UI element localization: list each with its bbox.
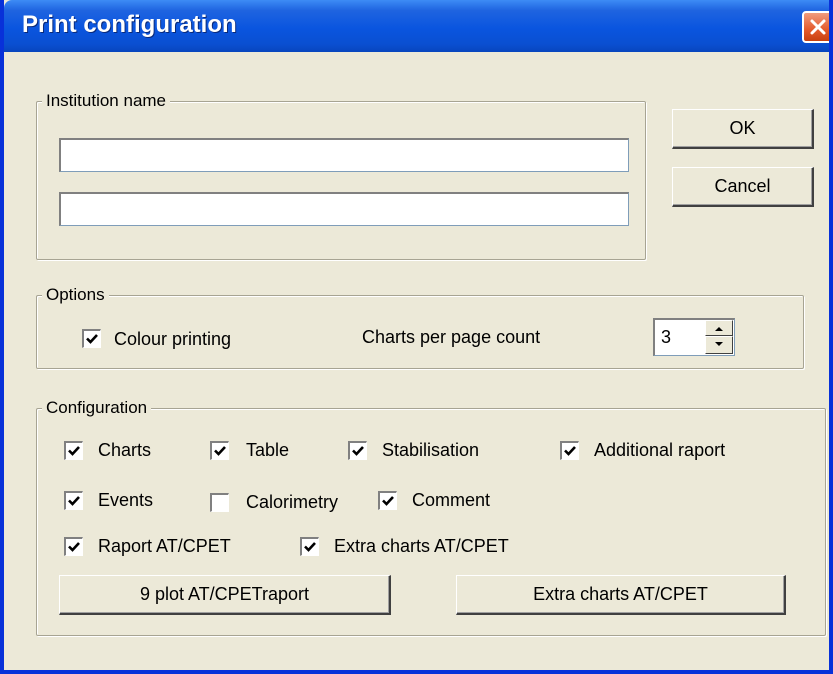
calorimetry-checkbox[interactable]	[210, 493, 229, 512]
additional-raport-label: Additional raport	[594, 440, 726, 460]
comment-checkbox[interactable]	[378, 491, 397, 510]
nine-plot-raport-button[interactable]: 9 plot AT/CPETraport	[59, 575, 391, 615]
institution-name-line1-input[interactable]	[59, 138, 629, 172]
institution-name-line2-input[interactable]	[59, 192, 629, 226]
checkmark-icon	[352, 446, 364, 456]
checkmark-icon	[86, 334, 98, 344]
charts-per-page-spinner	[653, 318, 735, 356]
checkmark-icon	[564, 446, 576, 456]
table-checkbox[interactable]	[210, 441, 229, 460]
additional-raport-checkbox[interactable]	[560, 441, 579, 460]
arrow-up-icon	[715, 327, 723, 331]
spin-up-button[interactable]	[705, 320, 733, 336]
checkmark-icon	[214, 446, 226, 456]
options-legend: Options	[42, 285, 109, 305]
print-configuration-dialog: Print configuration Institution name OK …	[0, 0, 833, 674]
checkmark-icon	[68, 542, 80, 552]
raport-at-cpet-label: Raport AT/CPET	[98, 536, 231, 556]
stabilisation-label: Stabilisation	[382, 440, 480, 460]
charts-checkbox[interactable]	[64, 441, 83, 460]
spin-down-button[interactable]	[705, 336, 733, 354]
dialog-title: Print configuration	[22, 11, 237, 38]
colour-printing-checkbox[interactable]	[82, 329, 101, 348]
calorimetry-label: Calorimetry	[246, 492, 339, 512]
title-bar[interactable]: Print configuration	[4, 0, 829, 52]
raport-at-cpet-checkbox[interactable]	[64, 537, 83, 556]
close-icon	[810, 19, 826, 35]
comment-label: Comment	[412, 490, 491, 510]
checkmark-icon	[68, 446, 80, 456]
ok-button[interactable]: OK	[672, 109, 814, 149]
charts-per-page-label: Charts per page count	[362, 327, 541, 347]
table-label: Table	[246, 440, 290, 460]
events-checkbox[interactable]	[64, 491, 83, 510]
institution-legend: Institution name	[42, 91, 171, 111]
colour-printing-label: Colour printing	[114, 329, 232, 349]
close-button[interactable]	[802, 11, 829, 43]
stabilisation-checkbox[interactable]	[348, 441, 367, 460]
events-label: Events	[98, 490, 154, 510]
charts-label: Charts	[98, 440, 152, 460]
extra-charts-checkbox[interactable]	[300, 537, 319, 556]
arrow-down-icon	[715, 342, 723, 346]
institution-group	[36, 101, 646, 260]
configuration-legend: Configuration	[42, 398, 152, 418]
cancel-button[interactable]: Cancel	[672, 167, 814, 207]
checkmark-icon	[68, 496, 80, 506]
extra-charts-label: Extra charts AT/CPET	[334, 536, 509, 556]
checkmark-icon	[304, 542, 316, 552]
checkmark-icon	[382, 496, 394, 506]
extra-charts-button[interactable]: Extra charts AT/CPET	[456, 575, 786, 615]
